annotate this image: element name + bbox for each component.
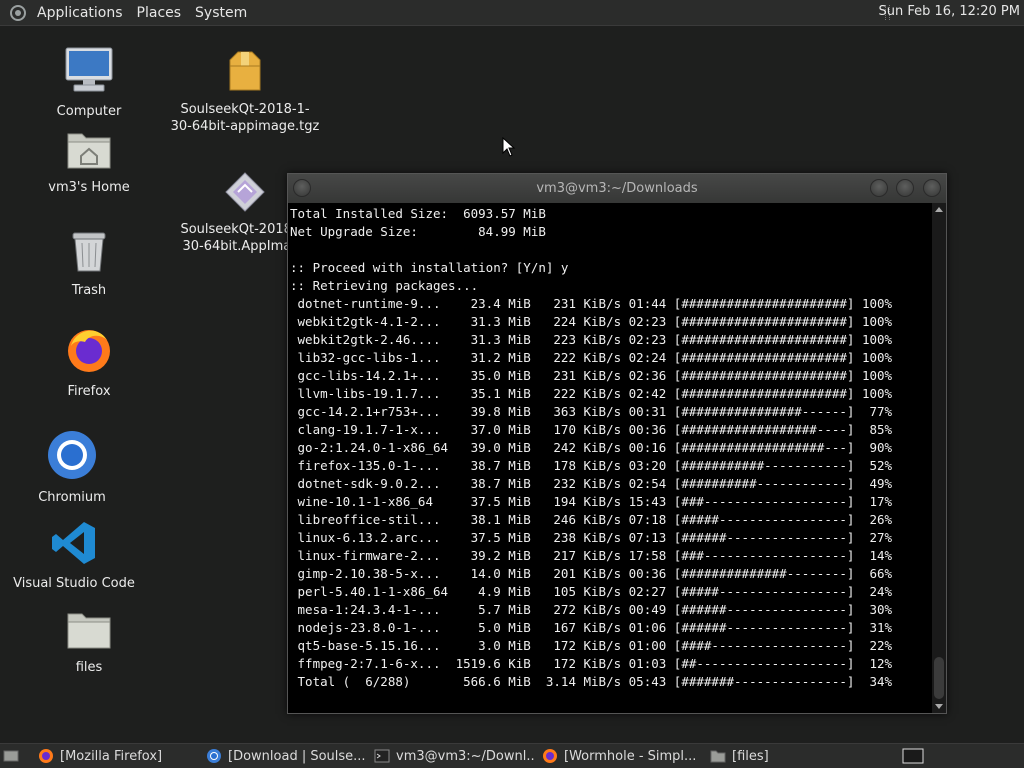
terminal-icon — [374, 749, 390, 763]
terminal-line: linux-firmware-2... 39.2 MiB 217 KiB/s 1… — [290, 548, 893, 563]
terminal-line: gimp-2.10.38-5-x... 14.0 MiB 201 KiB/s 0… — [290, 566, 893, 581]
mouse-pointer-icon — [502, 137, 516, 157]
terminal-titlebar[interactable]: vm3@vm3:~/Downloads — [288, 174, 946, 203]
terminal-line: perl-5.40.1-1-x86_64 4.9 MiB 105 KiB/s 0… — [290, 584, 893, 599]
terminal-line: Total Installed Size: 6093.57 MiB — [290, 206, 546, 221]
terminal-line: Total ( 6/288) 566.6 MiB 3.14 MiB/s 05:4… — [290, 674, 893, 689]
terminal-line: ffmpeg-2:7.1-6-x... 1519.6 KiB 172 KiB/s… — [290, 656, 893, 671]
workspace-icon — [902, 748, 924, 764]
task-label: [Download | Soulse... — [228, 748, 366, 764]
terminal-line: linux-6.13.2.arc... 37.5 MiB 238 KiB/s 0… — [290, 530, 893, 545]
task-label: [Mozilla Firefox] — [60, 748, 163, 764]
desktop-icon-vscode[interactable]: Visual Studio Code — [0, 520, 149, 592]
desktop-icon-label: files — [75, 660, 103, 675]
terminal-line: webkit2gtk-2.46.... 31.3 MiB 223 KiB/s 0… — [290, 332, 893, 347]
task-files[interactable]: [files] — [710, 746, 830, 766]
maximize-button[interactable] — [896, 179, 914, 197]
desktop-icon-home[interactable]: vm3's Home — [14, 128, 164, 196]
terminal-line: gcc-libs-14.2.1+... 35.0 MiB 231 KiB/s 0… — [290, 368, 893, 383]
appimage-icon — [225, 172, 265, 212]
task-chromium[interactable]: [Download | Soulse... — [206, 746, 366, 766]
desktop-icon-trash[interactable]: Trash — [14, 229, 164, 299]
terminal-line: dotnet-sdk-9.0.2... 38.7 MiB 232 KiB/s 0… — [290, 476, 893, 491]
firefox-icon — [39, 749, 53, 763]
vscode-icon — [52, 522, 95, 564]
home-folder-icon — [67, 133, 111, 169]
system-menu[interactable]: System — [188, 5, 254, 21]
terminal-line: llvm-libs-19.1.7... 35.1 MiB 222 KiB/s 0… — [290, 386, 893, 401]
applications-menu[interactable]: Applications — [30, 5, 130, 21]
chromium-icon — [48, 431, 96, 479]
close-button[interactable] — [923, 179, 941, 197]
bottom-taskbar: [Mozilla Firefox] [Download | Soulse... … — [0, 743, 1024, 768]
terminal-line: clang-19.1.7-1-x... 37.0 MiB 170 KiB/s 0… — [290, 422, 893, 437]
desktop-icon-label: Chromium — [38, 490, 106, 505]
terminal-line: webkit2gtk-4.1-2... 31.3 MiB 224 KiB/s 0… — [290, 314, 893, 329]
top-panel: Applications Places System Sun Feb 16, 1… — [0, 0, 1024, 26]
terminal-line: :: Proceed with installation? [Y/n] y — [290, 260, 569, 275]
terminal-line: gcc-14.2.1+r753+... 39.8 MiB 363 KiB/s 0… — [290, 404, 893, 419]
workspace-switcher[interactable] — [902, 746, 924, 766]
terminal-line: firefox-135.0-1-... 38.7 MiB 178 KiB/s 0… — [290, 458, 893, 473]
desktop-icon-label: Firefox — [67, 384, 111, 399]
task-firefox[interactable]: [Mozilla Firefox] — [38, 746, 198, 766]
minimize-button[interactable] — [870, 179, 888, 197]
desktop-icon-computer[interactable]: Computer — [14, 46, 164, 120]
terminal-line: dotnet-runtime-9... 23.4 MiB 231 KiB/s 0… — [290, 296, 893, 311]
desktop-icon-label: vm3's Home — [48, 180, 130, 195]
terminal-line: wine-10.1-1-x86_64 37.5 MiB 194 KiB/s 15… — [290, 494, 893, 509]
terminal-line: mesa-1:24.3.4-1-... 5.7 MiB 272 KiB/s 00… — [290, 602, 893, 617]
scrollbar-thumb[interactable] — [934, 657, 944, 699]
show-desktop-icon — [3, 750, 19, 762]
firefox-icon — [543, 749, 557, 763]
firefox-icon — [68, 330, 110, 372]
terminal-line: libreoffice-stil... 38.1 MiB 246 KiB/s 0… — [290, 512, 893, 527]
task-label: [files] — [732, 748, 769, 764]
terminal-scrollbar[interactable] — [932, 203, 946, 713]
desktop-icon-files[interactable]: files — [14, 610, 164, 676]
archive-icon — [229, 51, 261, 91]
task-terminal[interactable]: vm3@vm3:~/Downl... — [374, 746, 534, 766]
terminal-line: nodejs-23.8.0-1-... 5.0 MiB 167 KiB/s 01… — [290, 620, 893, 635]
trash-icon — [72, 232, 106, 272]
task-label: [Wormhole - Simpl... — [564, 748, 697, 764]
terminal-line: lib32-gcc-libs-1... 31.2 MiB 222 KiB/s 0… — [290, 350, 893, 365]
desktop-icon-soulseek-tgz[interactable]: SoulseekQt-2018-1-30-64bit-appimage.tgz — [170, 50, 320, 135]
terminal-line: Net Upgrade Size: 84.99 MiB — [290, 224, 546, 239]
task-wormhole[interactable]: [Wormhole - Simpl... — [542, 746, 702, 766]
desktop-icon-chromium[interactable]: Chromium — [0, 430, 147, 506]
scroll-up-icon[interactable] — [932, 203, 946, 215]
terminal-line: go-2:1.24.0-1-x86_64 39.0 MiB 242 KiB/s … — [290, 440, 893, 455]
desktop-icon-label: Trash — [71, 283, 107, 298]
folder-icon — [710, 750, 726, 763]
desktop-icon-label: Visual Studio Code — [13, 576, 135, 591]
menu-logo-icon[interactable] — [10, 4, 26, 21]
desktop-icon-firefox[interactable]: Firefox — [14, 326, 164, 400]
computer-icon — [65, 47, 113, 92]
chromium-icon — [207, 749, 221, 763]
window-menu-button[interactable] — [293, 179, 311, 197]
clock[interactable]: Sun Feb 16, 12:20 PM — [879, 4, 1020, 19]
places-menu[interactable]: Places — [130, 5, 189, 21]
folder-icon — [67, 613, 111, 649]
desktop-icon-label: SoulseekQt-2018-1-30-64bit-appimage.tgz — [170, 102, 320, 134]
task-label: vm3@vm3:~/Downl... — [396, 748, 534, 764]
show-desktop-button[interactable] — [3, 746, 25, 766]
terminal-line: qt5-base-5.15.16... 3.0 MiB 172 KiB/s 01… — [290, 638, 893, 653]
terminal-line: :: Retrieving packages... — [290, 278, 479, 293]
terminal-window[interactable]: vm3@vm3:~/Downloads Total Installed Size… — [287, 173, 947, 714]
terminal-title: vm3@vm3:~/Downloads — [536, 181, 698, 196]
terminal-output[interactable]: Total Installed Size: 6093.57 MiB Net Upg… — [290, 204, 928, 710]
scroll-down-icon[interactable] — [932, 701, 946, 713]
desktop-icon-label: Computer — [56, 104, 122, 119]
